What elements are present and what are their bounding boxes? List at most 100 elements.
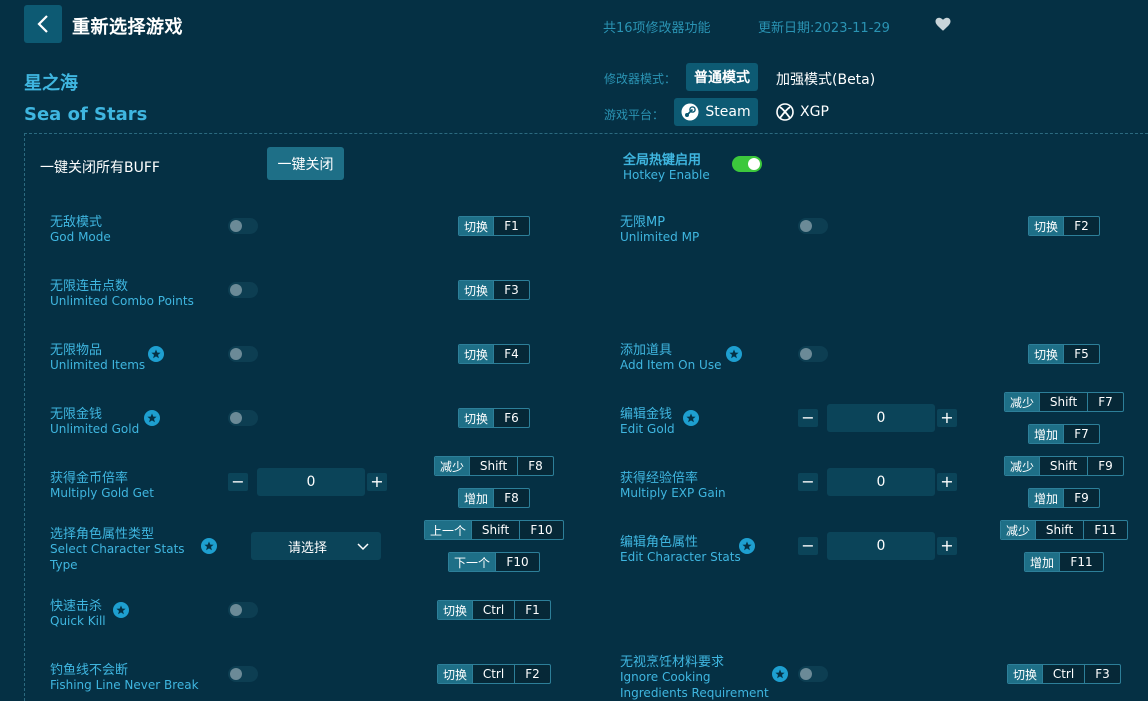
quick-kill-toggle[interactable] (228, 602, 258, 618)
quick-kill-label-cn: 快速击杀 (50, 599, 103, 614)
feature-count: 共16项修改器功能 (603, 21, 711, 36)
ignore-cooking-label-en-2: Ingredients Requirement (620, 686, 769, 700)
star-icon (772, 666, 788, 682)
page-title: 重新选择游戏 (72, 17, 183, 38)
stats-type-select-value: 请选择 (288, 540, 328, 556)
fishing-line-label-cn: 钓鱼线不会断 (50, 663, 129, 678)
add-item-label-cn: 添加道具 (620, 343, 673, 358)
stats-type-prev-hotkey[interactable]: 上一个 Shift F10 (424, 520, 565, 540)
edit-gold-value[interactable]: 0 (827, 404, 935, 432)
edit-stats-increase-hotkey[interactable]: 增加 F11 (1024, 552, 1105, 572)
star-icon (144, 410, 160, 426)
ignore-cooking-toggle[interactable] (798, 666, 828, 682)
add-item-toggle[interactable] (798, 346, 828, 362)
edit-stats-value[interactable]: 0 (827, 532, 935, 560)
exp-multiplier-increase-hotkey[interactable]: 增加 F9 (1028, 488, 1101, 508)
chevron-left-icon (37, 15, 48, 33)
combo-points-toggle[interactable] (228, 282, 258, 298)
unlimited-items-hotkey[interactable]: 切换 F4 (458, 344, 531, 364)
fishing-line-hotkey[interactable]: 切换 Ctrl F2 (437, 664, 552, 684)
unlimited-gold-hotkey[interactable]: 切换 F6 (458, 408, 531, 428)
unlimited-gold-toggle[interactable] (228, 410, 258, 426)
exp-multiplier-label-cn: 获得经验倍率 (620, 471, 699, 486)
gold-multiplier-decrement[interactable]: − (228, 473, 248, 491)
unlimited-gold-label-cn: 无限金钱 (50, 407, 103, 422)
stats-type-next-hotkey[interactable]: 下一个 F10 (448, 552, 541, 572)
edit-gold-label-cn: 编辑金钱 (620, 407, 673, 422)
add-item-hotkey[interactable]: 切换 F5 (1028, 344, 1101, 364)
unlimited-items-label-en: Unlimited Items (50, 358, 146, 372)
close-all-button[interactable]: 一键关闭 (267, 147, 344, 180)
gold-multiplier-increase-hotkey[interactable]: 增加 F8 (458, 488, 531, 508)
ignore-cooking-label-cn: 无视烹饪材料要求 (620, 655, 725, 670)
steam-icon (681, 103, 699, 121)
unlimited-mp-hotkey[interactable]: 切换 F2 (1028, 216, 1101, 236)
exp-multiplier-label-en: Multiply EXP Gain (620, 486, 726, 500)
unlimited-mp-label-en: Unlimited MP (620, 230, 700, 244)
edit-gold-increase-hotkey[interactable]: 增加 F7 (1028, 424, 1101, 444)
god-mode-label-en: God Mode (50, 230, 111, 244)
star-icon (726, 346, 742, 362)
steam-label: Steam (705, 104, 751, 120)
gold-multiplier-decrease-hotkey[interactable]: 减少 Shift F8 (434, 456, 555, 476)
add-item-label-en: Add Item On Use (620, 358, 722, 372)
star-icon (148, 346, 164, 362)
god-mode-toggle[interactable] (228, 218, 258, 234)
edit-stats-label-en: Edit Character Stats (620, 550, 741, 564)
fishing-line-toggle[interactable] (228, 666, 258, 682)
unlimited-items-toggle[interactable] (228, 346, 258, 362)
xbox-icon (776, 103, 794, 121)
edit-gold-decrement[interactable]: − (798, 409, 818, 427)
edit-gold-increment[interactable]: + (937, 409, 957, 427)
xgp-label: XGP (800, 104, 829, 120)
back-button[interactable] (24, 5, 62, 43)
ignore-cooking-label-en: Ignore Cooking (620, 670, 711, 684)
quick-kill-hotkey[interactable]: 切换 Ctrl F1 (437, 600, 552, 620)
hotkey-enable-toggle[interactable] (732, 156, 762, 172)
star-icon (113, 602, 129, 618)
unlimited-mp-toggle[interactable] (798, 218, 828, 234)
star-icon (739, 538, 755, 554)
unlimited-gold-label-en: Unlimited Gold (50, 422, 140, 436)
game-title-en: Sea of Stars (24, 104, 148, 125)
unlimited-items-label-cn: 无限物品 (50, 343, 103, 358)
exp-multiplier-decrease-hotkey[interactable]: 减少 Shift F9 (1004, 456, 1125, 476)
edit-gold-decrease-hotkey[interactable]: 减少 Shift F7 (1004, 392, 1125, 412)
exp-multiplier-value[interactable]: 0 (827, 468, 935, 496)
fishing-line-label-en: Fishing Line Never Break (50, 678, 199, 692)
stats-type-label-en-2: Type (50, 558, 78, 572)
features-panel (24, 133, 1148, 701)
gold-multiplier-label-cn: 获得金币倍率 (50, 471, 129, 486)
edit-stats-decrement[interactable]: − (798, 537, 818, 555)
star-icon (201, 538, 217, 554)
exp-multiplier-increment[interactable]: + (937, 473, 957, 491)
god-mode-label-cn: 无敌模式 (50, 215, 103, 230)
normal-mode-button[interactable]: 普通模式 (686, 63, 758, 91)
platform-label: 游戏平台： (604, 108, 665, 122)
exp-multiplier-decrement[interactable]: − (798, 473, 818, 491)
gold-multiplier-value[interactable]: 0 (257, 468, 365, 496)
quick-kill-label-en: Quick Kill (50, 614, 106, 628)
edit-gold-label-en: Edit Gold (620, 422, 675, 436)
game-title-cn: 星之海 (24, 73, 78, 94)
hotkey-enable-label-cn: 全局热键启用 (623, 153, 702, 168)
beta-mode-button[interactable]: 加强模式(Beta) (776, 69, 875, 89)
god-mode-hotkey[interactable]: 切换 F1 (458, 216, 531, 236)
star-icon (683, 410, 699, 426)
combo-points-label-cn: 无限连击点数 (50, 279, 129, 294)
combo-points-hotkey[interactable]: 切换 F3 (458, 280, 531, 300)
xgp-platform-button[interactable]: XGP (776, 98, 829, 126)
unlimited-mp-label-cn: 无限MP (620, 215, 666, 230)
stats-type-label-cn: 选择角色属性类型 (50, 527, 155, 542)
heart-icon[interactable] (934, 15, 952, 33)
edit-stats-decrease-hotkey[interactable]: 减少 Shift F11 (1000, 520, 1129, 540)
gold-multiplier-increment[interactable]: + (367, 473, 387, 491)
ignore-cooking-hotkey[interactable]: 切换 Ctrl F3 (1007, 664, 1122, 684)
edit-stats-increment[interactable]: + (937, 537, 957, 555)
close-all-label: 一键关闭所有BUFF (40, 160, 160, 176)
combo-points-label-en: Unlimited Combo Points (50, 294, 194, 308)
steam-platform-button[interactable]: Steam (674, 98, 758, 126)
edit-stats-label-cn: 编辑角色属性 (620, 535, 699, 550)
update-date: 更新日期:2023-11-29 (758, 21, 890, 36)
stats-type-label-en: Select Character Stats (50, 542, 185, 556)
